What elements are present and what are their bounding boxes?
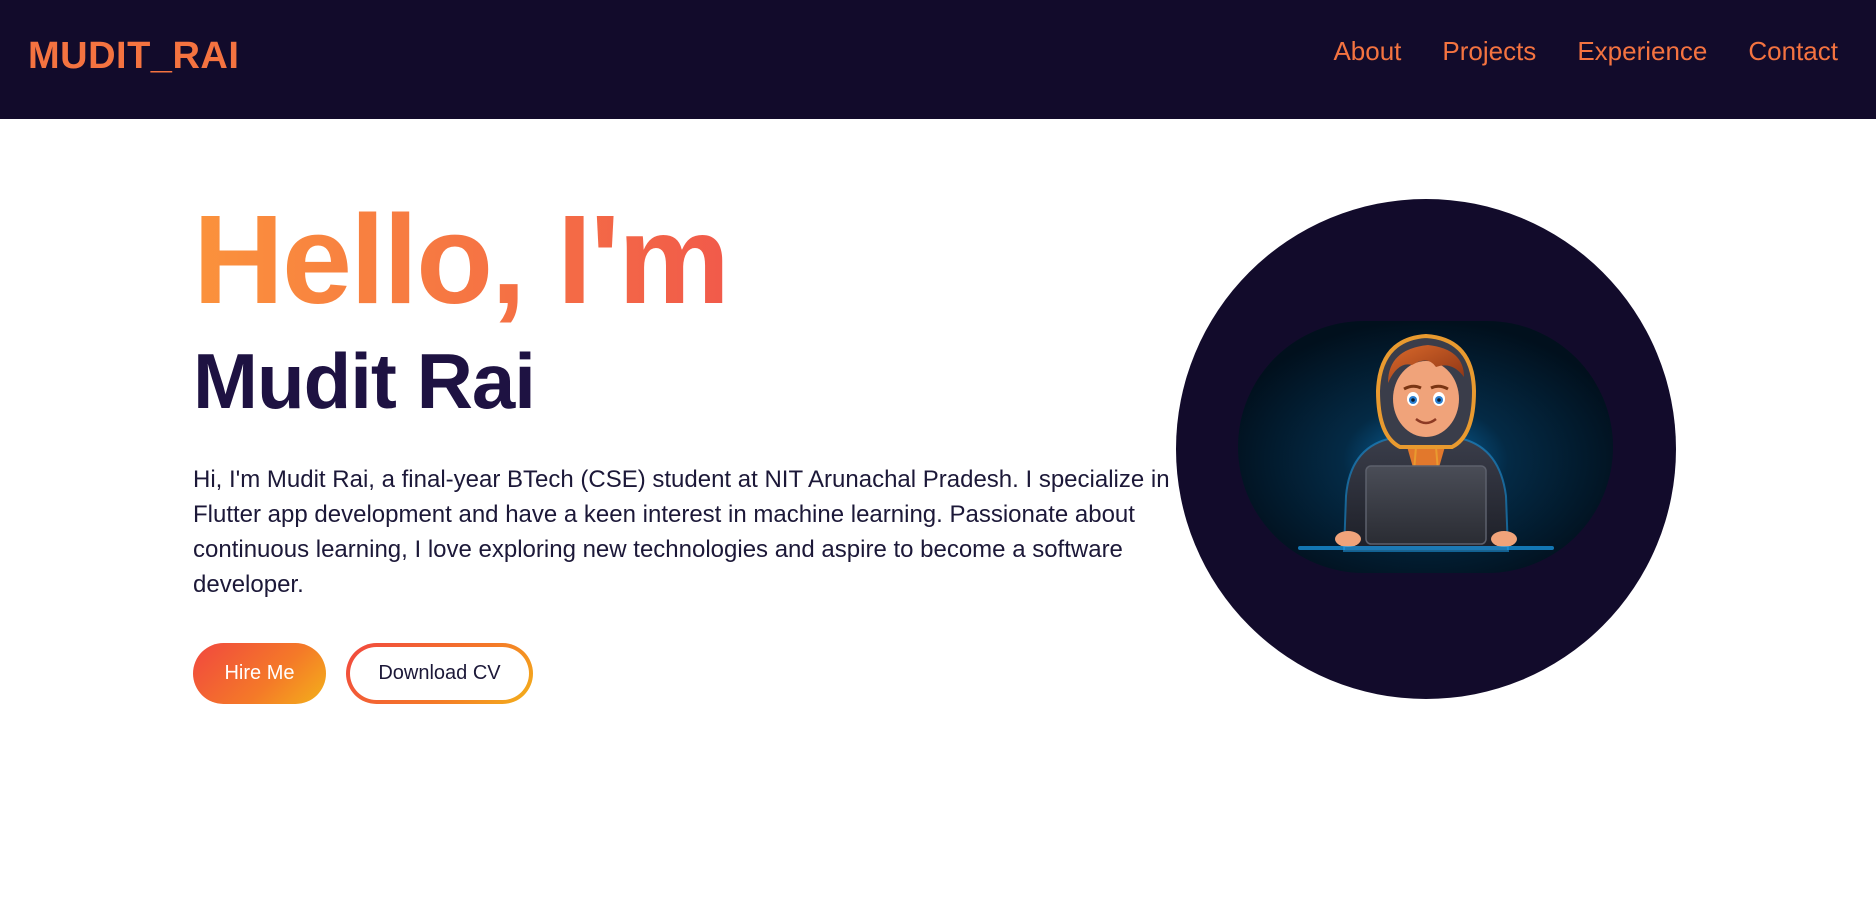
nav-link-contact[interactable]: Contact xyxy=(1748,34,1838,68)
nav-link-experience[interactable]: Experience xyxy=(1577,34,1707,68)
hire-me-button[interactable]: Hire Me xyxy=(193,643,326,704)
download-cv-label: Download CV xyxy=(350,647,529,700)
nav-links: About Projects Experience Contact xyxy=(1333,34,1838,68)
brand-logo[interactable]: MUDIT_RAI xyxy=(28,34,239,78)
avatar-illustration-icon xyxy=(1238,321,1613,573)
navbar: MUDIT_RAI About Projects Experience Cont… xyxy=(0,0,1876,119)
nav-link-projects[interactable]: Projects xyxy=(1442,34,1536,68)
hero-name: Mudit Rai xyxy=(193,337,536,425)
hero-bio: Hi, I'm Mudit Rai, a final-year BTech (C… xyxy=(193,466,1170,598)
nav-link-about[interactable]: About xyxy=(1333,34,1401,68)
avatar xyxy=(1176,199,1676,699)
download-cv-button[interactable]: Download CV xyxy=(346,643,533,704)
hero-greeting: Hello, I'm xyxy=(193,189,730,330)
hero-intro: Hello, I'm Mudit Rai Hi, I'm Mudit Rai, … xyxy=(193,190,1183,626)
hero-buttons: Hire Me Download CV xyxy=(193,643,533,704)
